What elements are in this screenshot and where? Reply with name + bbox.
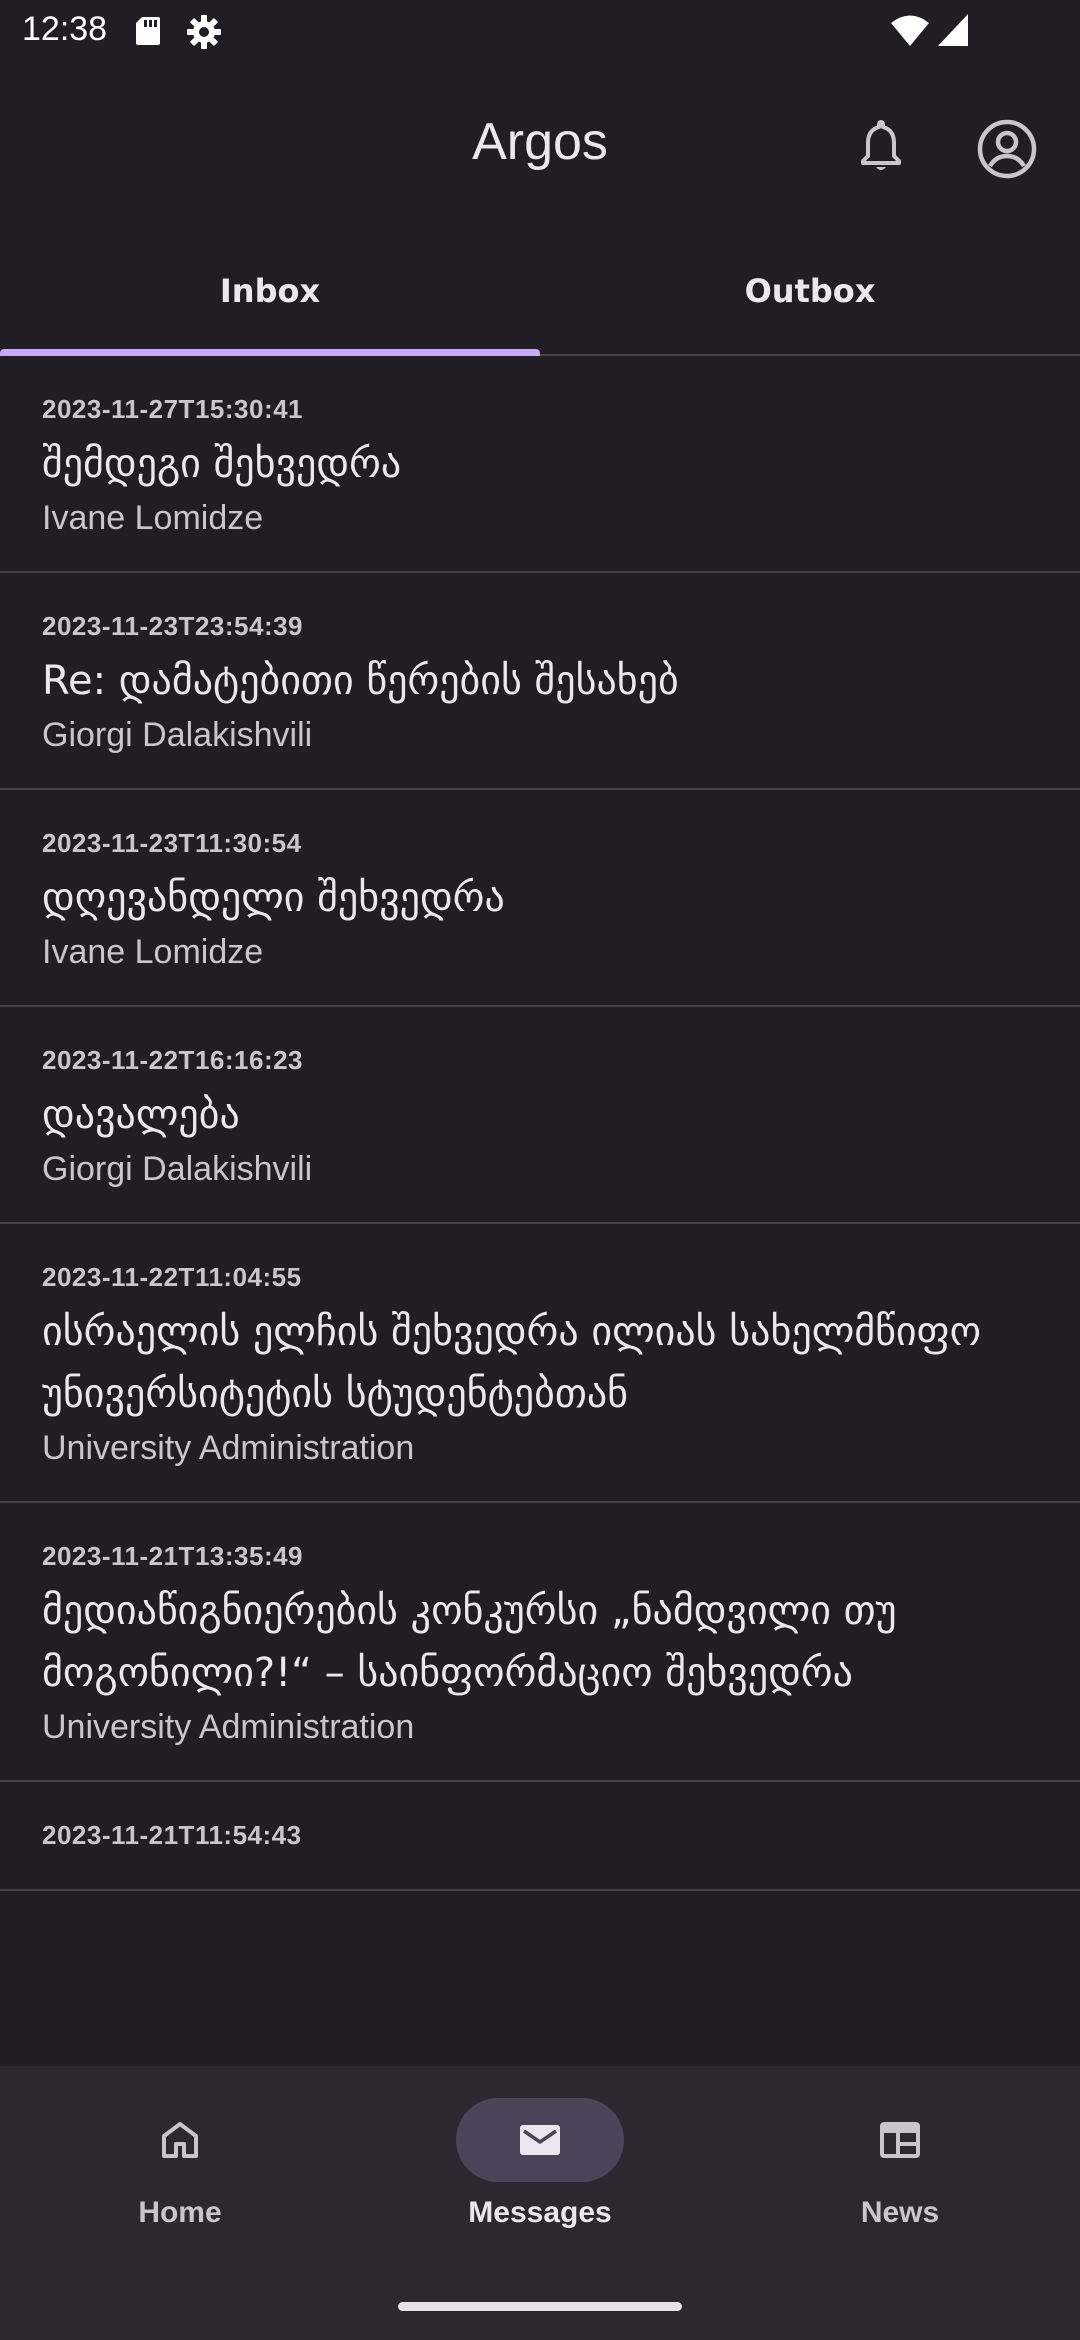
nav-label: News — [860, 2196, 940, 2229]
tab-inbox[interactable]: Inbox — [0, 226, 540, 354]
home-icon — [162, 2122, 198, 2158]
wifi-icon — [891, 15, 929, 46]
message-sender: Giorgi Dalakishvili — [42, 1150, 313, 1188]
app-title: Argos — [472, 113, 608, 171]
app-bar: Argos — [0, 66, 1080, 226]
mail-icon — [520, 2125, 560, 2155]
message-date: 2023-11-27T15:30:41 — [42, 394, 304, 424]
message-date: 2023-11-22T11:04:55 — [42, 1262, 302, 1292]
message-list[interactable]: 2023-11-27T15:30:41 შემდეგი შეხვედრა Iva… — [0, 356, 1080, 2066]
message-sender: Giorgi Dalakishvili — [42, 716, 313, 754]
nav-home[interactable]: Home — [0, 2066, 360, 2286]
message-sender: Ivane Lomidze — [42, 499, 264, 537]
nav-messages[interactable]: Messages — [360, 2066, 720, 2286]
message-subject: მედიაწიგნიერების კონკურსი „ნამდვილი თუ მ… — [42, 1588, 897, 1696]
message-item[interactable]: 2023-11-22T11:04:55 ისრაელის ელჩის შეხვე… — [0, 1224, 1080, 1503]
message-date: 2023-11-23T11:30:54 — [42, 828, 302, 858]
settings-gear-icon — [187, 15, 221, 49]
message-item[interactable]: 2023-11-23T23:54:39 Re: დამატებითი წერებ… — [0, 573, 1080, 790]
cell-signal-icon — [938, 14, 968, 46]
message-item[interactable]: 2023-11-21T11:54:43 — [0, 1782, 1080, 1891]
message-subject: დავალება — [42, 1092, 240, 1138]
message-date: 2023-11-21T11:54:43 — [42, 1820, 302, 1850]
status-bar: 12:38 — [0, 0, 1080, 66]
message-date: 2023-11-23T23:54:39 — [42, 611, 304, 641]
nav-label: Home — [138, 2196, 222, 2229]
notifications-bell-icon[interactable] — [856, 118, 906, 174]
message-sender: University Administration — [42, 1708, 415, 1746]
message-sender: University Administration — [42, 1429, 415, 1467]
message-item[interactable]: 2023-11-22T16:16:23 დავალება Giorgi Dala… — [0, 1007, 1080, 1224]
tab-bar: Inbox Outbox — [0, 226, 1080, 356]
message-item[interactable]: 2023-11-23T11:30:54 დღევანდელი შეხვედრა … — [0, 790, 1080, 1007]
message-item[interactable]: 2023-11-21T13:35:49 მედიაწიგნიერების კონ… — [0, 1503, 1080, 1782]
message-date: 2023-11-21T13:35:49 — [42, 1541, 304, 1571]
gesture-handle[interactable] — [398, 2302, 682, 2311]
news-icon — [880, 2122, 920, 2158]
tab-selected-indicator — [0, 349, 540, 356]
bottom-navigation: Home Messages News — [0, 2066, 1080, 2340]
sd-card-icon — [136, 17, 160, 45]
status-time: 12:38 — [22, 10, 108, 48]
message-subject: დღევანდელი შეხვედრა — [42, 875, 505, 921]
message-sender: Ivane Lomidze — [42, 933, 264, 971]
message-subject: ისრაელის ელჩის შეხვედრა ილიას სახელმწიფო… — [42, 1309, 982, 1417]
message-date: 2023-11-22T16:16:23 — [42, 1045, 304, 1075]
account-circle-icon[interactable] — [976, 118, 1038, 180]
tab-outbox[interactable]: Outbox — [540, 226, 1080, 354]
nav-label: Messages — [468, 2196, 612, 2229]
message-subject: Re: დამატებითი წერების შესახებ — [42, 658, 679, 704]
screen: 12:38 Argos Inbox Outbox 2023-11-27T15:3… — [0, 0, 1080, 2340]
message-item[interactable]: 2023-11-27T15:30:41 შემდეგი შეხვედრა Iva… — [0, 356, 1080, 573]
message-subject: შემდეგი შეხვედრა — [42, 441, 402, 487]
nav-news[interactable]: News — [720, 2066, 1080, 2286]
